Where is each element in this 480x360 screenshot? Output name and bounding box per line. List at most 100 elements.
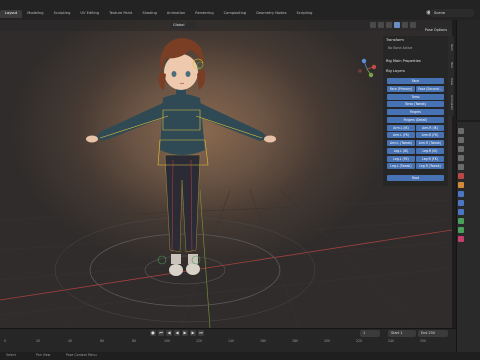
layer-arm-l-fk-button[interactable]: Arm.L (FK) <box>387 132 415 138</box>
xray-icon[interactable] <box>378 22 384 28</box>
tab-layout[interactable]: Layout <box>0 10 23 18</box>
workspace-tabs: Layout Modeling Sculpting UV Editing Tex… <box>0 10 317 18</box>
ruler-tick: 20 <box>36 339 41 343</box>
start-frame-field[interactable]: Start 1 <box>388 330 416 337</box>
tab-sculpting[interactable]: Sculpting <box>49 10 76 18</box>
ruler-tick: 40 <box>68 339 73 343</box>
view-layer-icon[interactable] <box>458 155 464 161</box>
tab-view[interactable]: View <box>448 74 454 90</box>
tab-scripting[interactable]: Scripting <box>291 10 317 18</box>
output-icon[interactable] <box>458 146 464 152</box>
layer-leg-r-tweak-button[interactable]: Leg.R (Tweak) <box>416 163 444 169</box>
particles-icon[interactable] <box>458 200 464 206</box>
tab-item[interactable]: Item <box>448 38 454 56</box>
material-preview-icon[interactable] <box>402 22 408 28</box>
start-value: 1 <box>400 331 403 336</box>
tab-compositing[interactable]: Compositing <box>219 10 252 18</box>
tab-uv-editing[interactable]: UV Editing <box>75 10 104 18</box>
layer-leg-r-fk-button[interactable]: Leg.R (FK) <box>416 156 444 162</box>
layer-leg-l-tweak-button[interactable]: Leg.L (Tweak) <box>387 163 415 169</box>
viewport-shading-icons <box>370 22 416 28</box>
end-frame-field[interactable]: End 250 <box>418 330 448 337</box>
tab-modeling[interactable]: Modeling <box>22 10 48 18</box>
ruler-tick: 140 <box>228 339 235 343</box>
layer-face-secondary-button[interactable]: Face (Second... <box>416 86 444 92</box>
transform-header[interactable]: Transform <box>386 38 404 42</box>
play-reverse-icon[interactable]: ◀ <box>174 330 180 336</box>
layer-leg-r-ik-button[interactable]: Leg.R (IK) <box>416 148 444 154</box>
ruler-tick: 60 <box>100 339 105 343</box>
ruler-tick: 200 <box>324 339 331 343</box>
solid-shading-icon[interactable] <box>394 22 400 28</box>
tab-tool[interactable]: Tool <box>448 57 454 73</box>
next-keyframe-icon[interactable]: ▶ <box>190 330 196 336</box>
pose-options-dropdown[interactable]: Pose Options <box>423 26 451 34</box>
wireframe-icon[interactable] <box>386 22 392 28</box>
layer-arm-r-fk-button[interactable]: Arm.R (FK) <box>416 132 444 138</box>
viewport-header: Global <box>0 20 452 31</box>
tab-rendering[interactable]: Rendering <box>190 10 218 18</box>
status-pan-view: Pan View <box>36 353 51 357</box>
armature-icon[interactable] <box>458 218 464 224</box>
ruler-tick: 220 <box>356 339 363 343</box>
bone-icon[interactable] <box>458 227 464 233</box>
sidebar-tabs: Item Tool View Animation <box>448 36 454 116</box>
layer-arm-l-tweak-button[interactable]: Arm.L (Tweak) <box>387 140 415 146</box>
layer-root-button[interactable]: Root <box>387 175 444 181</box>
tab-animation[interactable]: Animation <box>162 10 190 18</box>
tab-texture-paint[interactable]: Texture Paint <box>104 10 137 18</box>
scene-selector[interactable]: Scene <box>430 9 474 17</box>
render-icon[interactable] <box>458 137 464 143</box>
ruler-tick: 240 <box>388 339 395 343</box>
layer-torso-tweak-button[interactable]: Torso (Tweak) <box>387 101 444 107</box>
overlay-icon[interactable] <box>370 22 376 28</box>
no-bone-text: No Bone Active <box>388 46 413 50</box>
tab-shading[interactable]: Shading <box>137 10 162 18</box>
physics-icon[interactable] <box>458 209 464 215</box>
outliner[interactable] <box>456 20 480 120</box>
end-label: End <box>421 331 428 336</box>
object-icon[interactable] <box>458 182 464 188</box>
playback-controls: ● ⏮ ◀ ◀ ▶ ▶ ⏭ <box>150 330 204 337</box>
jump-start-icon[interactable]: ⏮ <box>158 330 164 336</box>
layer-torso-button[interactable]: Torso <box>387 94 444 100</box>
rendered-icon[interactable] <box>410 22 416 28</box>
layer-fingers-detail-button[interactable]: Fingers (Detail) <box>387 117 444 123</box>
ruler-tick: 120 <box>196 339 203 343</box>
layer-arm-r-ik-button[interactable]: Arm.R (IK) <box>416 125 444 131</box>
rig-layers-header[interactable]: Rig Layers <box>386 69 405 73</box>
layer-leg-l-ik-button[interactable]: Leg.L (IK) <box>387 148 415 154</box>
prev-keyframe-icon[interactable]: ◀ <box>166 330 172 336</box>
tab-animation-side[interactable]: Animation <box>448 91 454 115</box>
scene-properties-icon[interactable] <box>458 164 464 170</box>
properties-tabs <box>456 128 466 268</box>
play-icon[interactable]: ▶ <box>182 330 188 336</box>
tool-icon[interactable] <box>458 128 464 134</box>
layer-leg-l-fk-button[interactable]: Leg.L (FK) <box>387 156 415 162</box>
record-icon[interactable]: ● <box>150 330 156 336</box>
material-icon[interactable] <box>458 236 464 242</box>
world-icon[interactable] <box>458 173 464 179</box>
ruler-tick: 160 <box>260 339 267 343</box>
topbar: Layout Modeling Sculpting UV Editing Tex… <box>0 0 480 20</box>
layer-fingers-button[interactable]: Fingers <box>387 109 444 115</box>
status-select: Select <box>6 353 16 357</box>
transform-orientation-dropdown[interactable]: Global <box>170 22 196 29</box>
ruler-tick: 80 <box>132 339 137 343</box>
layer-face-primary-button[interactable]: Face (Primary) <box>387 86 415 92</box>
modifier-icon[interactable] <box>458 191 464 197</box>
current-frame-field[interactable]: 1 <box>360 330 380 337</box>
ruler-tick: 180 <box>292 339 299 343</box>
ruler-tick: 100 <box>164 339 171 343</box>
navigation-gizmo[interactable] <box>356 58 378 80</box>
end-value: 250 <box>428 331 436 336</box>
layer-arm-l-ik-button[interactable]: Arm.L (IK) <box>387 125 415 131</box>
frame-ruler[interactable]: 0 20 40 60 80 100 120 140 160 180 200 22… <box>0 339 456 345</box>
jump-end-icon[interactable]: ⏭ <box>198 330 204 336</box>
rig-main-header[interactable]: Rig Main Properties <box>386 59 421 63</box>
layer-arm-r-tweak-button[interactable]: Arm.R (Tweak) <box>416 140 444 146</box>
tab-geometry-nodes[interactable]: Geometry Nodes <box>251 10 291 18</box>
ruler-tick: 0 <box>4 339 7 343</box>
start-label: Start <box>391 331 400 336</box>
layer-face-button[interactable]: Face <box>387 78 444 84</box>
